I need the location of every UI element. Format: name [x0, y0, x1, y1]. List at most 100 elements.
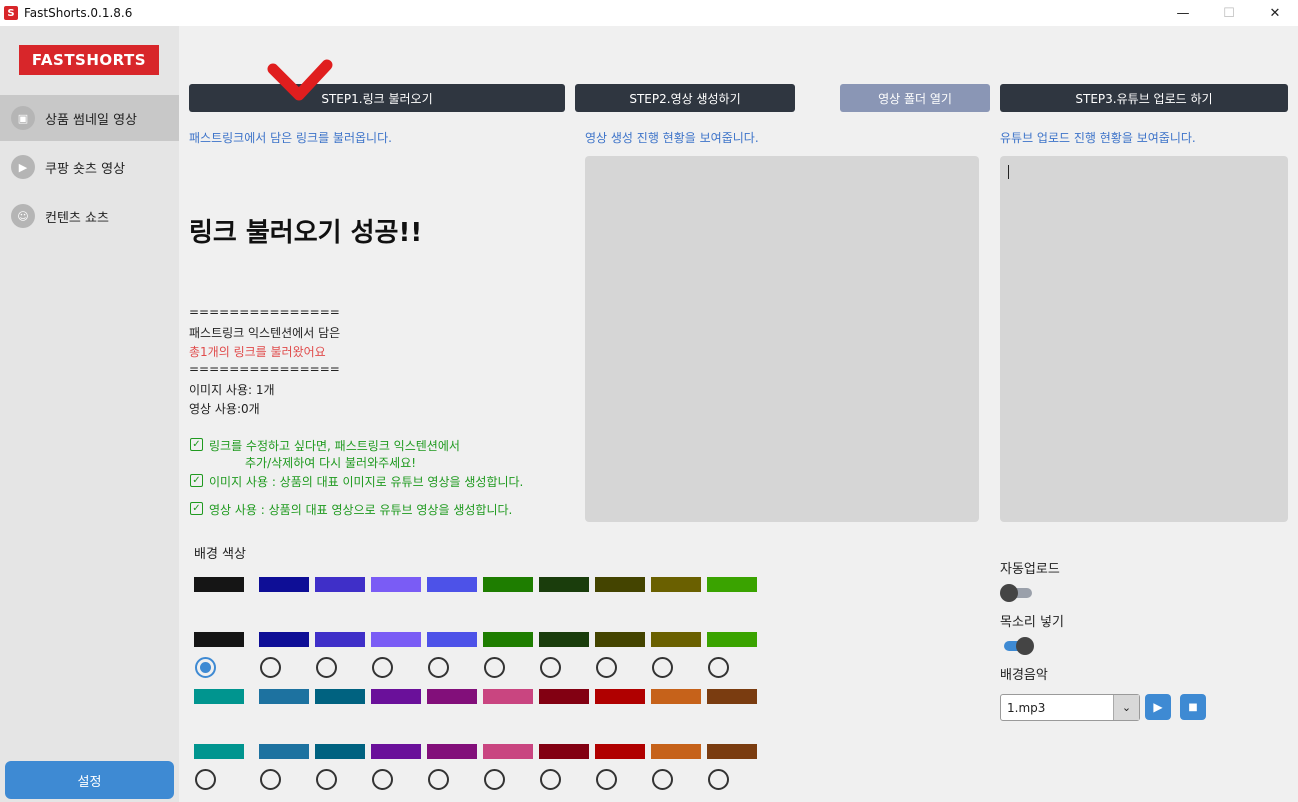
play-icon: ▶ — [1153, 700, 1163, 714]
color-swatch — [539, 689, 589, 704]
image-use-count: 이미지 사용: 1개 — [189, 383, 275, 397]
stop-icon: ■ — [1188, 701, 1198, 713]
smile-icon: ☺ — [11, 204, 35, 228]
minimize-button[interactable]: — — [1160, 0, 1206, 26]
play-bgm-button[interactable]: ▶ — [1145, 694, 1171, 720]
color-radio[interactable] — [708, 769, 729, 790]
upload-progress-textarea[interactable] — [1000, 156, 1288, 522]
maximize-button[interactable]: ☐ — [1206, 0, 1252, 26]
log-divider: =============== — [189, 362, 340, 376]
shopping-bag-icon: ▣ — [11, 106, 35, 130]
sidebar-item-coupang-shorts[interactable]: ▶ 쿠팡 숏츠 영상 — [0, 144, 179, 190]
color-radio[interactable] — [316, 657, 337, 678]
color-radio[interactable] — [596, 657, 617, 678]
settings-button[interactable]: 설정 — [5, 761, 174, 799]
main-content: STEP1.링크 불러오기 STEP2.영상 생성하기 영상 폴더 열기 STE… — [179, 26, 1298, 802]
info-text: 링크를 수정하고 싶다면, 패스트링크 익스텐션에서 — [209, 439, 460, 453]
color-swatch — [427, 632, 477, 647]
step3-upload-youtube-button[interactable]: STEP3.유튜브 업로드 하기 — [1000, 84, 1288, 112]
color-swatch — [371, 689, 421, 704]
sidebar: FASTSHORTS ▣ 상품 썸네일 영상 ▶ 쿠팡 숏츠 영상 ☺ 컨텐츠 … — [0, 26, 179, 802]
color-swatch — [371, 577, 421, 592]
step2-create-video-button[interactable]: STEP2.영상 생성하기 — [575, 84, 795, 112]
color-swatch — [259, 744, 309, 759]
color-swatch — [707, 577, 757, 592]
log-link-count: 총1개의 링크를 불러왔어요 — [189, 345, 326, 359]
step1-load-links-button[interactable]: STEP1.링크 불러오기 — [189, 84, 565, 112]
color-swatch — [651, 689, 701, 704]
color-radio[interactable] — [372, 769, 393, 790]
color-swatch — [595, 744, 645, 759]
color-swatch — [194, 744, 244, 759]
color-swatch — [651, 632, 701, 647]
color-radio[interactable] — [195, 657, 216, 678]
sidebar-item-label: 상품 썸네일 영상 — [45, 112, 137, 128]
app-logo-icon: S — [4, 6, 18, 20]
sidebar-item-label: 쿠팡 숏츠 영상 — [45, 161, 126, 177]
color-radio[interactable] — [540, 769, 561, 790]
voice-toggle[interactable] — [1000, 636, 1034, 656]
close-button[interactable]: ✕ — [1252, 0, 1298, 26]
bgm-select[interactable]: 1.mp3 ⌄ — [1000, 694, 1140, 721]
checkbox-icon: ✓ — [190, 502, 203, 515]
color-swatch — [483, 632, 533, 647]
color-radio[interactable] — [260, 657, 281, 678]
log-divider: =============== — [189, 305, 340, 319]
chevron-down-icon[interactable]: ⌄ — [1113, 695, 1139, 720]
auto-upload-label: 자동업로드 — [1000, 562, 1060, 577]
color-radio[interactable] — [708, 657, 729, 678]
color-swatch — [194, 577, 244, 592]
color-swatch — [707, 689, 757, 704]
color-swatch — [259, 632, 309, 647]
bgm-label: 배경음악 — [1000, 668, 1048, 683]
sidebar-item-content-shorts[interactable]: ☺ 컨텐츠 쇼츠 — [0, 193, 179, 239]
sidebar-item-product-thumbnail[interactable]: ▣ 상품 썸네일 영상 — [0, 95, 179, 141]
color-swatch — [707, 744, 757, 759]
color-radio[interactable] — [652, 657, 673, 678]
stop-bgm-button[interactable]: ■ — [1180, 694, 1206, 720]
info-subtext: 추가/삭제하여 다시 불러와주세요! — [245, 456, 417, 470]
title-bar: S FastShorts.0.1.8.6 — ☐ ✕ — [0, 0, 1298, 26]
color-swatch — [371, 744, 421, 759]
color-swatch — [427, 744, 477, 759]
color-swatch — [427, 577, 477, 592]
checkbox-icon: ✓ — [190, 474, 203, 487]
fastshorts-logo: FASTSHORTS — [19, 45, 159, 75]
color-swatch — [315, 632, 365, 647]
color-radio[interactable] — [484, 769, 505, 790]
auto-upload-toggle[interactable] — [1000, 583, 1034, 603]
color-radio[interactable] — [652, 769, 673, 790]
color-swatch — [651, 744, 701, 759]
color-radio[interactable] — [260, 769, 281, 790]
color-radio[interactable] — [316, 769, 337, 790]
step3-hint: 유튜브 업로드 진행 현황을 보여줍니다. — [1000, 131, 1196, 145]
info-check-row: ✓ 이미지 사용 : 상품의 대표 이미지로 유튜브 영상을 생성합니다. — [190, 473, 523, 490]
log-line: 패스트링크 익스텐션에서 담은 — [189, 326, 341, 340]
background-color-label: 배경 색상 — [194, 547, 246, 562]
color-radio[interactable] — [372, 657, 393, 678]
color-radio[interactable] — [596, 769, 617, 790]
info-check-row: ✓ 링크를 수정하고 싶다면, 패스트링크 익스텐션에서 추가/삭제하여 다시 불… — [190, 437, 460, 471]
color-swatch — [539, 632, 589, 647]
color-swatch — [194, 632, 244, 647]
color-swatch — [194, 689, 244, 704]
color-radio[interactable] — [428, 769, 449, 790]
step2-hint: 영상 생성 진행 현황을 보여줍니다. — [585, 131, 759, 145]
color-radio[interactable] — [428, 657, 449, 678]
red-checkmark-icon — [267, 59, 333, 101]
color-swatch — [595, 689, 645, 704]
window-title: FastShorts.0.1.8.6 — [24, 6, 133, 20]
color-swatch — [259, 689, 309, 704]
color-radio[interactable] — [540, 657, 561, 678]
color-swatch — [259, 577, 309, 592]
info-text: 영상 사용 : 상품의 대표 영상으로 유튜브 영상을 생성합니다. — [209, 503, 513, 517]
open-video-folder-button[interactable]: 영상 폴더 열기 — [840, 84, 990, 112]
color-swatch — [315, 577, 365, 592]
color-radio[interactable] — [484, 657, 505, 678]
text-cursor — [1008, 165, 1009, 179]
color-radio[interactable] — [195, 769, 216, 790]
color-swatch — [539, 744, 589, 759]
info-text: 이미지 사용 : 상품의 대표 이미지로 유튜브 영상을 생성합니다. — [209, 475, 524, 489]
color-swatch — [595, 632, 645, 647]
load-success-title: 링크 불러오기 성공!! — [189, 218, 423, 248]
